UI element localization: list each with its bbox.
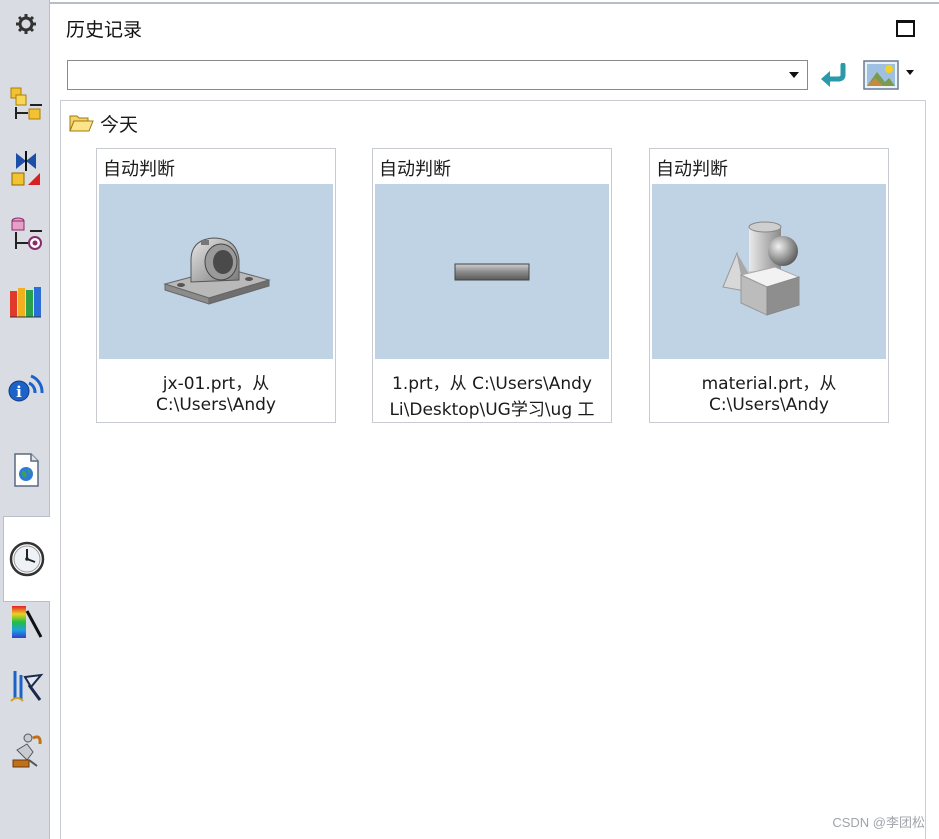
card-title: 自动判断 <box>379 159 451 180</box>
part-navigator-icon[interactable] <box>4 212 48 256</box>
history-icon[interactable] <box>3 516 50 602</box>
assembly-navigator-icon[interactable] <box>4 82 48 126</box>
view-mode-dropdown-icon[interactable] <box>906 70 914 75</box>
card-caption-line2: Li\Desktop\UG学习\ug 工 <box>389 400 595 420</box>
resource-bar: i <box>0 0 50 839</box>
primitive-shapes-thumbnail[interactable] <box>652 184 886 359</box>
gear-icon[interactable] <box>4 2 48 46</box>
watermark: CSDN @李团松 <box>832 815 925 830</box>
card-caption-line1: material.prt，从 <box>701 374 837 394</box>
flat-bar-model <box>454 263 530 280</box>
panel-title: 历史记录 <box>66 19 143 41</box>
flat-bar-thumbnail[interactable] <box>375 184 609 359</box>
card-caption-line2: C:\Users\Andy <box>709 395 829 415</box>
chevron-down-icon[interactable] <box>789 72 799 78</box>
group-header-today[interactable]: 今天 <box>68 110 138 136</box>
process-studio-icon[interactable] <box>4 664 48 708</box>
card-title: 自动判断 <box>656 159 728 180</box>
view-mode-button[interactable] <box>860 58 902 92</box>
reuse-library-icon[interactable] <box>4 278 48 322</box>
history-path-combobox[interactable] <box>67 60 808 90</box>
web-browser-icon[interactable] <box>4 448 48 492</box>
panel-top-border <box>50 2 939 4</box>
history-card-jx01[interactable]: 自动判断 jx-01.prt，从 C:\Users\Andy <box>96 148 336 423</box>
pillow-block-thumbnail[interactable] <box>99 184 333 359</box>
group-label: 今天 <box>100 113 139 136</box>
thumbnail-view-icon <box>863 60 899 90</box>
card-caption-line1: jx-01.prt，从 <box>162 374 270 394</box>
hd3d-tools-icon[interactable]: i <box>4 364 48 408</box>
visualization-icon[interactable] <box>4 600 48 644</box>
svg-text:i: i <box>16 383 22 401</box>
card-title: 自动判断 <box>103 159 175 180</box>
maximize-button[interactable] <box>896 20 915 37</box>
back-button[interactable] <box>818 61 850 91</box>
card-caption-line2: C:\Users\Andy <box>156 395 276 415</box>
history-card-1prt[interactable]: 自动判断 1.prt，从 C:\Users\Andy Li\Desktop\UG… <box>372 148 612 423</box>
card-caption-line1: 1.prt，从 C:\Users\Andy <box>392 374 592 394</box>
primitive-shapes-model <box>722 221 801 316</box>
roles-icon[interactable] <box>4 728 48 772</box>
back-arrow-icon <box>821 63 846 87</box>
constraint-navigator-icon[interactable] <box>4 146 48 190</box>
history-card-material[interactable]: 自动判断 material.prt，从 C:\Users\Andy <box>649 148 889 423</box>
folder-open-icon <box>69 115 94 132</box>
pillow-block-model <box>163 236 271 305</box>
